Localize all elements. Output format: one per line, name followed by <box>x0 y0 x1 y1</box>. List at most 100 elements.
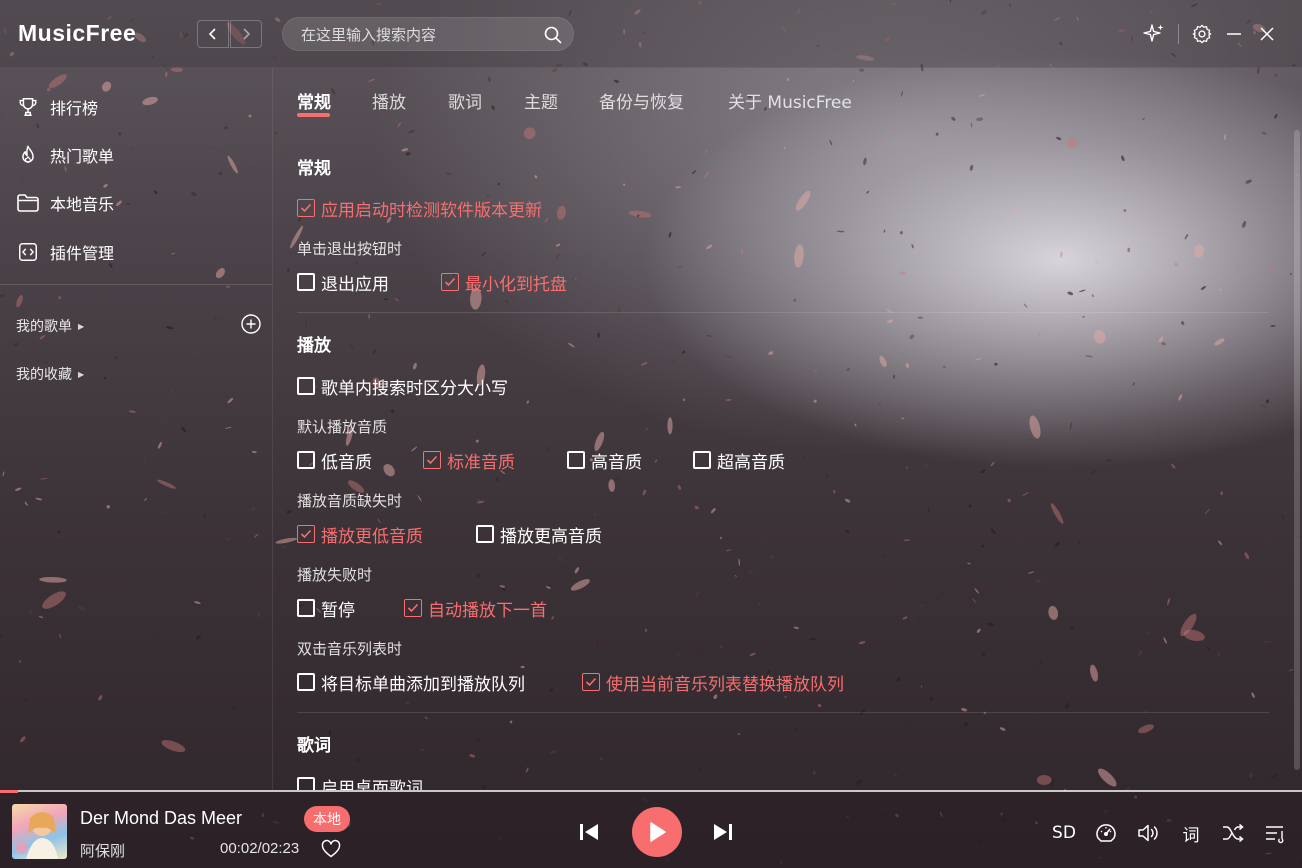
playlist-queue-button[interactable] <box>1262 820 1288 846</box>
checkbox[interactable] <box>297 777 315 790</box>
option-label: 退出应用 <box>321 274 389 295</box>
title-bar: MusicFree <box>0 0 1302 68</box>
section-divider <box>297 712 1269 713</box>
quality-high-option[interactable]: 高音质 <box>567 449 642 473</box>
option-label: 标准音质 <box>447 452 515 473</box>
lyrics-button[interactable]: 词 <box>1178 820 1204 846</box>
previous-track-button[interactable] <box>576 820 602 844</box>
sidebar-item-label: 本地音乐 <box>50 195 115 214</box>
sidebar-item-charts[interactable]: 排行榜 <box>16 92 98 122</box>
quality-super-option[interactable]: 超高音质 <box>693 449 785 473</box>
heart-icon[interactable] <box>320 838 342 860</box>
source-badge: 本地 <box>304 806 350 832</box>
checkbox[interactable] <box>297 525 315 543</box>
trophy-icon <box>16 95 40 119</box>
my-playlists-label: 我的歌单 <box>16 319 72 335</box>
sidebar-item-label: 排行榜 <box>50 99 99 118</box>
fire-icon <box>16 143 40 167</box>
option-label: 低音质 <box>321 452 372 473</box>
pause-option[interactable]: 暂停 <box>297 597 355 621</box>
add-playlist-icon[interactable] <box>240 313 262 335</box>
exit-app-option[interactable]: 退出应用 <box>297 271 389 295</box>
my-favorites-toggle[interactable]: 我的收藏 ▶ <box>16 364 84 384</box>
section-title-general: 常规 <box>297 159 331 179</box>
caret-right-icon: ▶ <box>78 369 85 379</box>
checkbox[interactable] <box>297 273 315 291</box>
forward-button[interactable] <box>230 20 262 48</box>
sidebar-item-label: 插件管理 <box>50 244 115 263</box>
tab-theme[interactable]: 主题 <box>524 88 558 113</box>
option-label: 自动播放下一首 <box>428 600 547 621</box>
checkbox[interactable] <box>476 525 494 543</box>
quality-button[interactable]: SD <box>1050 820 1078 846</box>
playback-progress[interactable] <box>0 790 19 793</box>
checkbox[interactable] <box>423 451 441 469</box>
checkbox[interactable] <box>297 451 315 469</box>
shuffle-button[interactable] <box>1220 820 1246 846</box>
option-label: 最小化到托盘 <box>465 274 567 295</box>
track-title: Der Mond Das Meer <box>80 808 243 828</box>
default-quality-label: 默认播放音质 <box>297 418 388 436</box>
speedometer-icon <box>1096 824 1116 842</box>
auto-next-option[interactable]: 自动播放下一首 <box>404 597 547 621</box>
play-lower-quality-option[interactable]: 播放更低音质 <box>297 523 423 547</box>
back-button[interactable] <box>197 20 229 48</box>
sidebar-item-local-music[interactable]: 本地音乐 <box>16 188 114 218</box>
search-icon[interactable] <box>543 25 563 45</box>
sparkle-icon[interactable] <box>1142 22 1166 46</box>
player-bar: Der Mond Das Meer 阿保刚 本地 00:02/02:23 SD … <box>0 790 1302 868</box>
replace-queue-option[interactable]: 使用当前音乐列表替换播放队列 <box>582 671 844 695</box>
my-playlists-toggle[interactable]: 我的歌单 ▶ <box>16 316 84 336</box>
play-button[interactable] <box>632 807 682 857</box>
quality-standard-option[interactable]: 标准音质 <box>423 449 515 473</box>
sidebar-item-label: 热门歌单 <box>50 147 115 166</box>
gear-icon[interactable] <box>1190 22 1214 46</box>
next-track-button[interactable] <box>710 820 736 844</box>
shuffle-icon <box>1223 823 1244 843</box>
sidebar-item-plugins[interactable]: 插件管理 <box>16 237 114 267</box>
section-title-playback: 播放 <box>297 336 331 356</box>
checkbox[interactable] <box>567 451 585 469</box>
equalizer-button[interactable] <box>1093 820 1119 846</box>
skip-previous-icon <box>580 824 598 840</box>
play-higher-quality-option[interactable]: 播放更高音质 <box>476 523 602 547</box>
sidebar: 排行榜 热门歌单 本地音乐 插件管理 我的歌单 ▶ 我的收藏 ▶ <box>0 68 273 790</box>
option-label: 播放更高音质 <box>500 526 602 547</box>
tab-lyrics[interactable]: 歌词 <box>448 88 482 113</box>
checkbox[interactable] <box>297 599 315 617</box>
tab-playback[interactable]: 播放 <box>372 88 406 113</box>
checkbox[interactable] <box>582 673 600 691</box>
chevron-right-icon <box>243 28 251 40</box>
minimize-to-tray-option[interactable]: 最小化到托盘 <box>441 271 567 295</box>
search-input[interactable] <box>301 24 541 46</box>
quality-low-option[interactable]: 低音质 <box>297 449 372 473</box>
album-cover[interactable] <box>12 804 67 859</box>
on-fail-label: 播放失败时 <box>297 566 373 584</box>
desktop-lyrics-option[interactable]: 启用桌面歌词 <box>297 775 423 790</box>
checkbox[interactable] <box>297 673 315 691</box>
checkbox[interactable] <box>297 199 315 217</box>
tab-general[interactable]: 常规 <box>297 88 331 113</box>
volume-icon <box>1138 824 1158 842</box>
case-sensitive-option[interactable]: 歌单内搜索时区分大小写 <box>297 375 508 399</box>
folder-icon <box>16 191 40 215</box>
check-update-option[interactable]: 应用启动时检测软件版本更新 <box>297 197 542 221</box>
tab-about[interactable]: 关于 MusicFree <box>728 88 852 113</box>
minimize-icon[interactable] <box>1222 22 1246 46</box>
exit-button-label: 单击退出按钮时 <box>297 240 403 258</box>
option-label: 播放更低音质 <box>321 526 423 547</box>
checkbox[interactable] <box>404 599 422 617</box>
close-icon[interactable] <box>1255 22 1279 46</box>
active-tab-indicator <box>297 113 330 117</box>
play-icon <box>650 822 666 842</box>
checkbox[interactable] <box>693 451 711 469</box>
sidebar-item-hot-playlists[interactable]: 热门歌单 <box>16 140 114 170</box>
volume-button[interactable] <box>1135 820 1161 846</box>
tab-backup-restore[interactable]: 备份与恢复 <box>599 88 684 113</box>
settings-scrollbar[interactable] <box>1294 130 1300 770</box>
checkbox[interactable] <box>297 377 315 395</box>
add-to-queue-option[interactable]: 将目标单曲添加到播放队列 <box>297 671 525 695</box>
checkbox[interactable] <box>441 273 459 291</box>
section-title-lyrics: 歌词 <box>297 736 331 756</box>
double-click-label: 双击音乐列表时 <box>297 640 403 658</box>
